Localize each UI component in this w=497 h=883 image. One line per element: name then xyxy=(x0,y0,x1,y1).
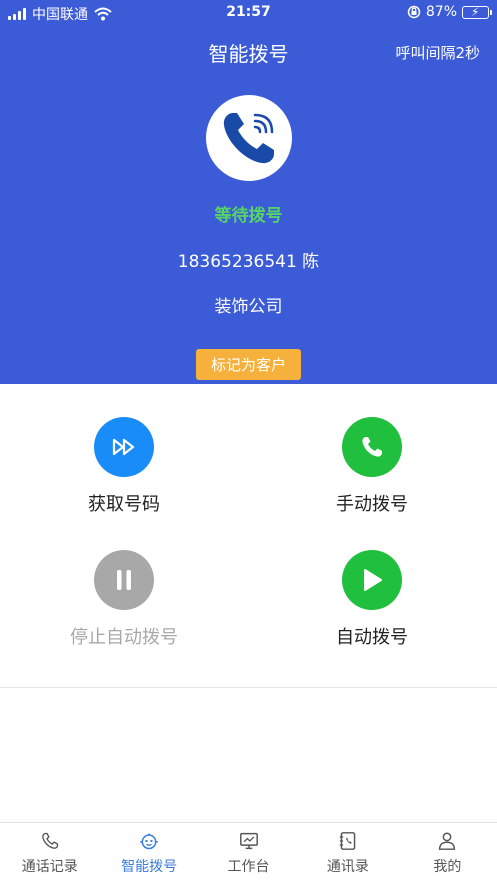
status-right: 87% ⚡ xyxy=(407,4,492,20)
header-panel: 中国联通 21:57 87% ⚡ 智能拨号 呼叫间隔2秒 等待拨号 183652… xyxy=(0,0,497,384)
person-icon xyxy=(439,832,456,850)
tab-workbench[interactable]: 工作台 xyxy=(199,823,298,883)
tab-workbench-icon-wrap xyxy=(239,831,259,851)
stop-auto-dial-action[interactable]: 停止自动拨号 xyxy=(54,550,194,649)
tab-label: 通讯录 xyxy=(326,859,369,875)
contact-number-name: 18365236541 陈 xyxy=(177,252,320,272)
dial-status: 等待拨号 xyxy=(214,206,283,226)
rotation-lock-icon xyxy=(407,5,421,19)
battery-percent: 87% xyxy=(425,4,457,20)
tab-bar: 通话记录 智能拨号 工作台 通讯录 我的 xyxy=(0,822,497,883)
stop-auto-dial-label: 停止自动拨号 xyxy=(70,627,178,648)
tab-call-log[interactable]: 通话记录 xyxy=(0,823,99,883)
charging-icon: ⚡ xyxy=(471,4,480,19)
tab-label: 我的 xyxy=(433,859,462,875)
tab-smart-dial[interactable]: 智能拨号 xyxy=(99,823,198,883)
get-number-label: 获取号码 xyxy=(88,494,160,515)
tab-call-log-icon-wrap xyxy=(41,831,59,851)
status-bar: 中国联通 21:57 87% ⚡ xyxy=(0,0,497,26)
play-icon xyxy=(364,569,382,591)
tab-label: 通话记录 xyxy=(21,859,78,875)
call-interval-button[interactable]: 呼叫间隔2秒 xyxy=(395,42,480,63)
phone-calling-icon xyxy=(223,113,274,164)
contacts-icon xyxy=(339,832,356,850)
tab-label: 工作台 xyxy=(227,859,270,875)
tab-contacts[interactable]: 通讯录 xyxy=(298,823,397,883)
tab-mine-icon-wrap xyxy=(438,831,456,851)
robot-icon xyxy=(140,833,158,850)
mark-as-customer-button[interactable]: 标记为客户 xyxy=(196,349,301,380)
phone-icon xyxy=(362,437,382,457)
section-divider xyxy=(0,687,497,688)
manual-dial-label: 手动拨号 xyxy=(336,494,408,515)
get-number-action[interactable]: 获取号码 xyxy=(64,417,184,516)
tab-label: 智能拨号 xyxy=(121,859,178,875)
manual-dial-button[interactable] xyxy=(342,417,402,477)
battery-icon: ⚡ xyxy=(462,4,492,19)
manual-dial-action[interactable]: 手动拨号 xyxy=(312,417,432,516)
phone-avatar xyxy=(206,95,292,181)
fast-forward-icon xyxy=(112,438,135,456)
pause-icon xyxy=(117,570,131,590)
contact-company: 装饰公司 xyxy=(214,297,283,317)
monitor-icon xyxy=(239,832,258,850)
tab-smart-dial-icon-wrap xyxy=(139,831,159,851)
auto-dial-button[interactable] xyxy=(342,550,402,610)
tab-contacts-icon-wrap xyxy=(339,831,357,851)
tab-mine[interactable]: 我的 xyxy=(398,823,497,883)
auto-dial-action[interactable]: 自动拨号 xyxy=(312,550,432,649)
get-number-button[interactable] xyxy=(94,417,154,477)
phone-icon xyxy=(41,832,58,849)
stop-auto-dial-button[interactable] xyxy=(94,550,154,610)
auto-dial-label: 自动拨号 xyxy=(336,627,408,648)
